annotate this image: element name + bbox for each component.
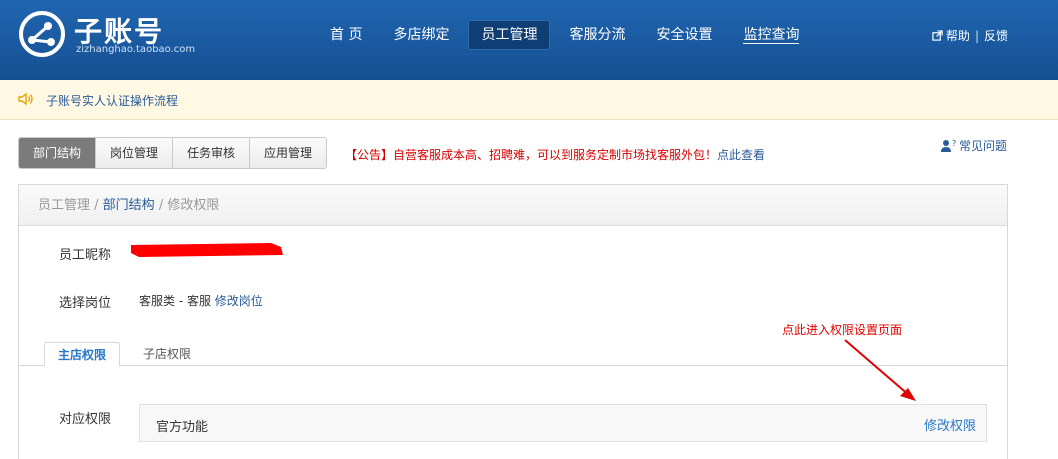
nav-multi-store[interactable]: 多店绑定 bbox=[381, 20, 461, 50]
breadcrumb-current: 修改权限 bbox=[167, 198, 220, 213]
notice-link[interactable]: 子账号实人认证操作流程 bbox=[46, 92, 178, 109]
tab-app-management[interactable]: 应用管理 bbox=[250, 138, 327, 168]
user-question-icon: ? bbox=[941, 139, 956, 152]
edit-permission-link[interactable]: 修改权限 bbox=[924, 415, 976, 434]
section-tabs: 部门结构 岗位管理 任务审核 应用管理 bbox=[18, 137, 328, 169]
annotation-text: 点此进入权限设置页面 bbox=[782, 323, 903, 337]
tab-department-structure[interactable]: 部门结构 bbox=[19, 138, 97, 168]
faq-link[interactable]: ? 常见问题 bbox=[940, 137, 1007, 154]
header-links: 帮助 | 反馈 bbox=[932, 27, 1008, 44]
speaker-icon bbox=[18, 92, 33, 106]
nav-monitor-query-label: 监控查询 bbox=[743, 27, 800, 44]
permission-label: 对应权限 bbox=[59, 412, 112, 427]
notice-bar: 子账号实人认证操作流程 bbox=[0, 80, 1058, 120]
nav-home[interactable]: 首 页 bbox=[318, 20, 374, 50]
announcement-text: 【公告】自营客服成本高、招聘难，可以到服务定制市场找客服外包！ bbox=[345, 148, 718, 162]
nav-customer-service-split[interactable]: 客服分流 bbox=[557, 20, 637, 50]
top-header: 子账号 zizhanghao.taobao.com 首 页 多店绑定 员工管理 … bbox=[0, 0, 1058, 80]
faq-label: 常见问题 bbox=[959, 139, 1008, 153]
tab-task-review[interactable]: 任务审核 bbox=[173, 138, 251, 168]
main-nav: 首 页 多店绑定 员工管理 客服分流 安全设置 监控查询 bbox=[318, 20, 818, 50]
nav-staff-management[interactable]: 员工管理 bbox=[468, 20, 551, 50]
redacted-nickname bbox=[131, 243, 283, 257]
tab-position-management[interactable]: 岗位管理 bbox=[96, 138, 174, 168]
help-link[interactable]: 帮助 bbox=[946, 27, 970, 44]
logo[interactable]: 子账号 zizhanghao.taobao.com bbox=[18, 8, 198, 68]
position-label: 选择岗位 bbox=[59, 296, 112, 311]
store-permission-tabs: 主店权限 子店权限 bbox=[19, 342, 1007, 367]
header-separator: | bbox=[974, 28, 979, 43]
nav-security-settings[interactable]: 安全设置 bbox=[644, 20, 724, 50]
external-link-icon bbox=[932, 30, 943, 41]
permission-row: 官方功能 修改权限 bbox=[139, 404, 987, 442]
feedback-link[interactable]: 反馈 bbox=[984, 27, 1008, 44]
permission-name: 官方功能 bbox=[156, 420, 209, 435]
announcement-link[interactable]: 点此查看 bbox=[717, 148, 765, 162]
breadcrumb-staff[interactable]: 员工管理 bbox=[38, 198, 90, 213]
announcement: 【公告】自营客服成本高、招聘难，可以到服务定制市场找客服外包！点此查看 bbox=[345, 146, 765, 163]
breadcrumb-separator: / bbox=[154, 198, 168, 213]
breadcrumb-department[interactable]: 部门结构 bbox=[103, 198, 155, 213]
nav-monitor-query[interactable]: 监控查询 bbox=[731, 20, 811, 50]
edit-position-link[interactable]: 修改岗位 bbox=[215, 294, 263, 308]
position-value-row: 客服类 - 客服 修改岗位 bbox=[139, 292, 263, 309]
breadcrumb-separator: / bbox=[90, 198, 103, 213]
nickname-label: 员工昵称 bbox=[59, 248, 112, 263]
position-value: 客服类 - 客服 bbox=[139, 294, 211, 308]
svg-text:?: ? bbox=[952, 139, 956, 148]
logo-subtitle: zizhanghao.taobao.com bbox=[76, 44, 196, 55]
breadcrumb: 员工管理 / 部门结构 / 修改权限 bbox=[19, 185, 1007, 226]
tab-sub-store-permission[interactable]: 子店权限 bbox=[130, 342, 204, 367]
tab-main-store-permission[interactable]: 主店权限 bbox=[44, 342, 121, 367]
logo-icon bbox=[19, 11, 65, 57]
